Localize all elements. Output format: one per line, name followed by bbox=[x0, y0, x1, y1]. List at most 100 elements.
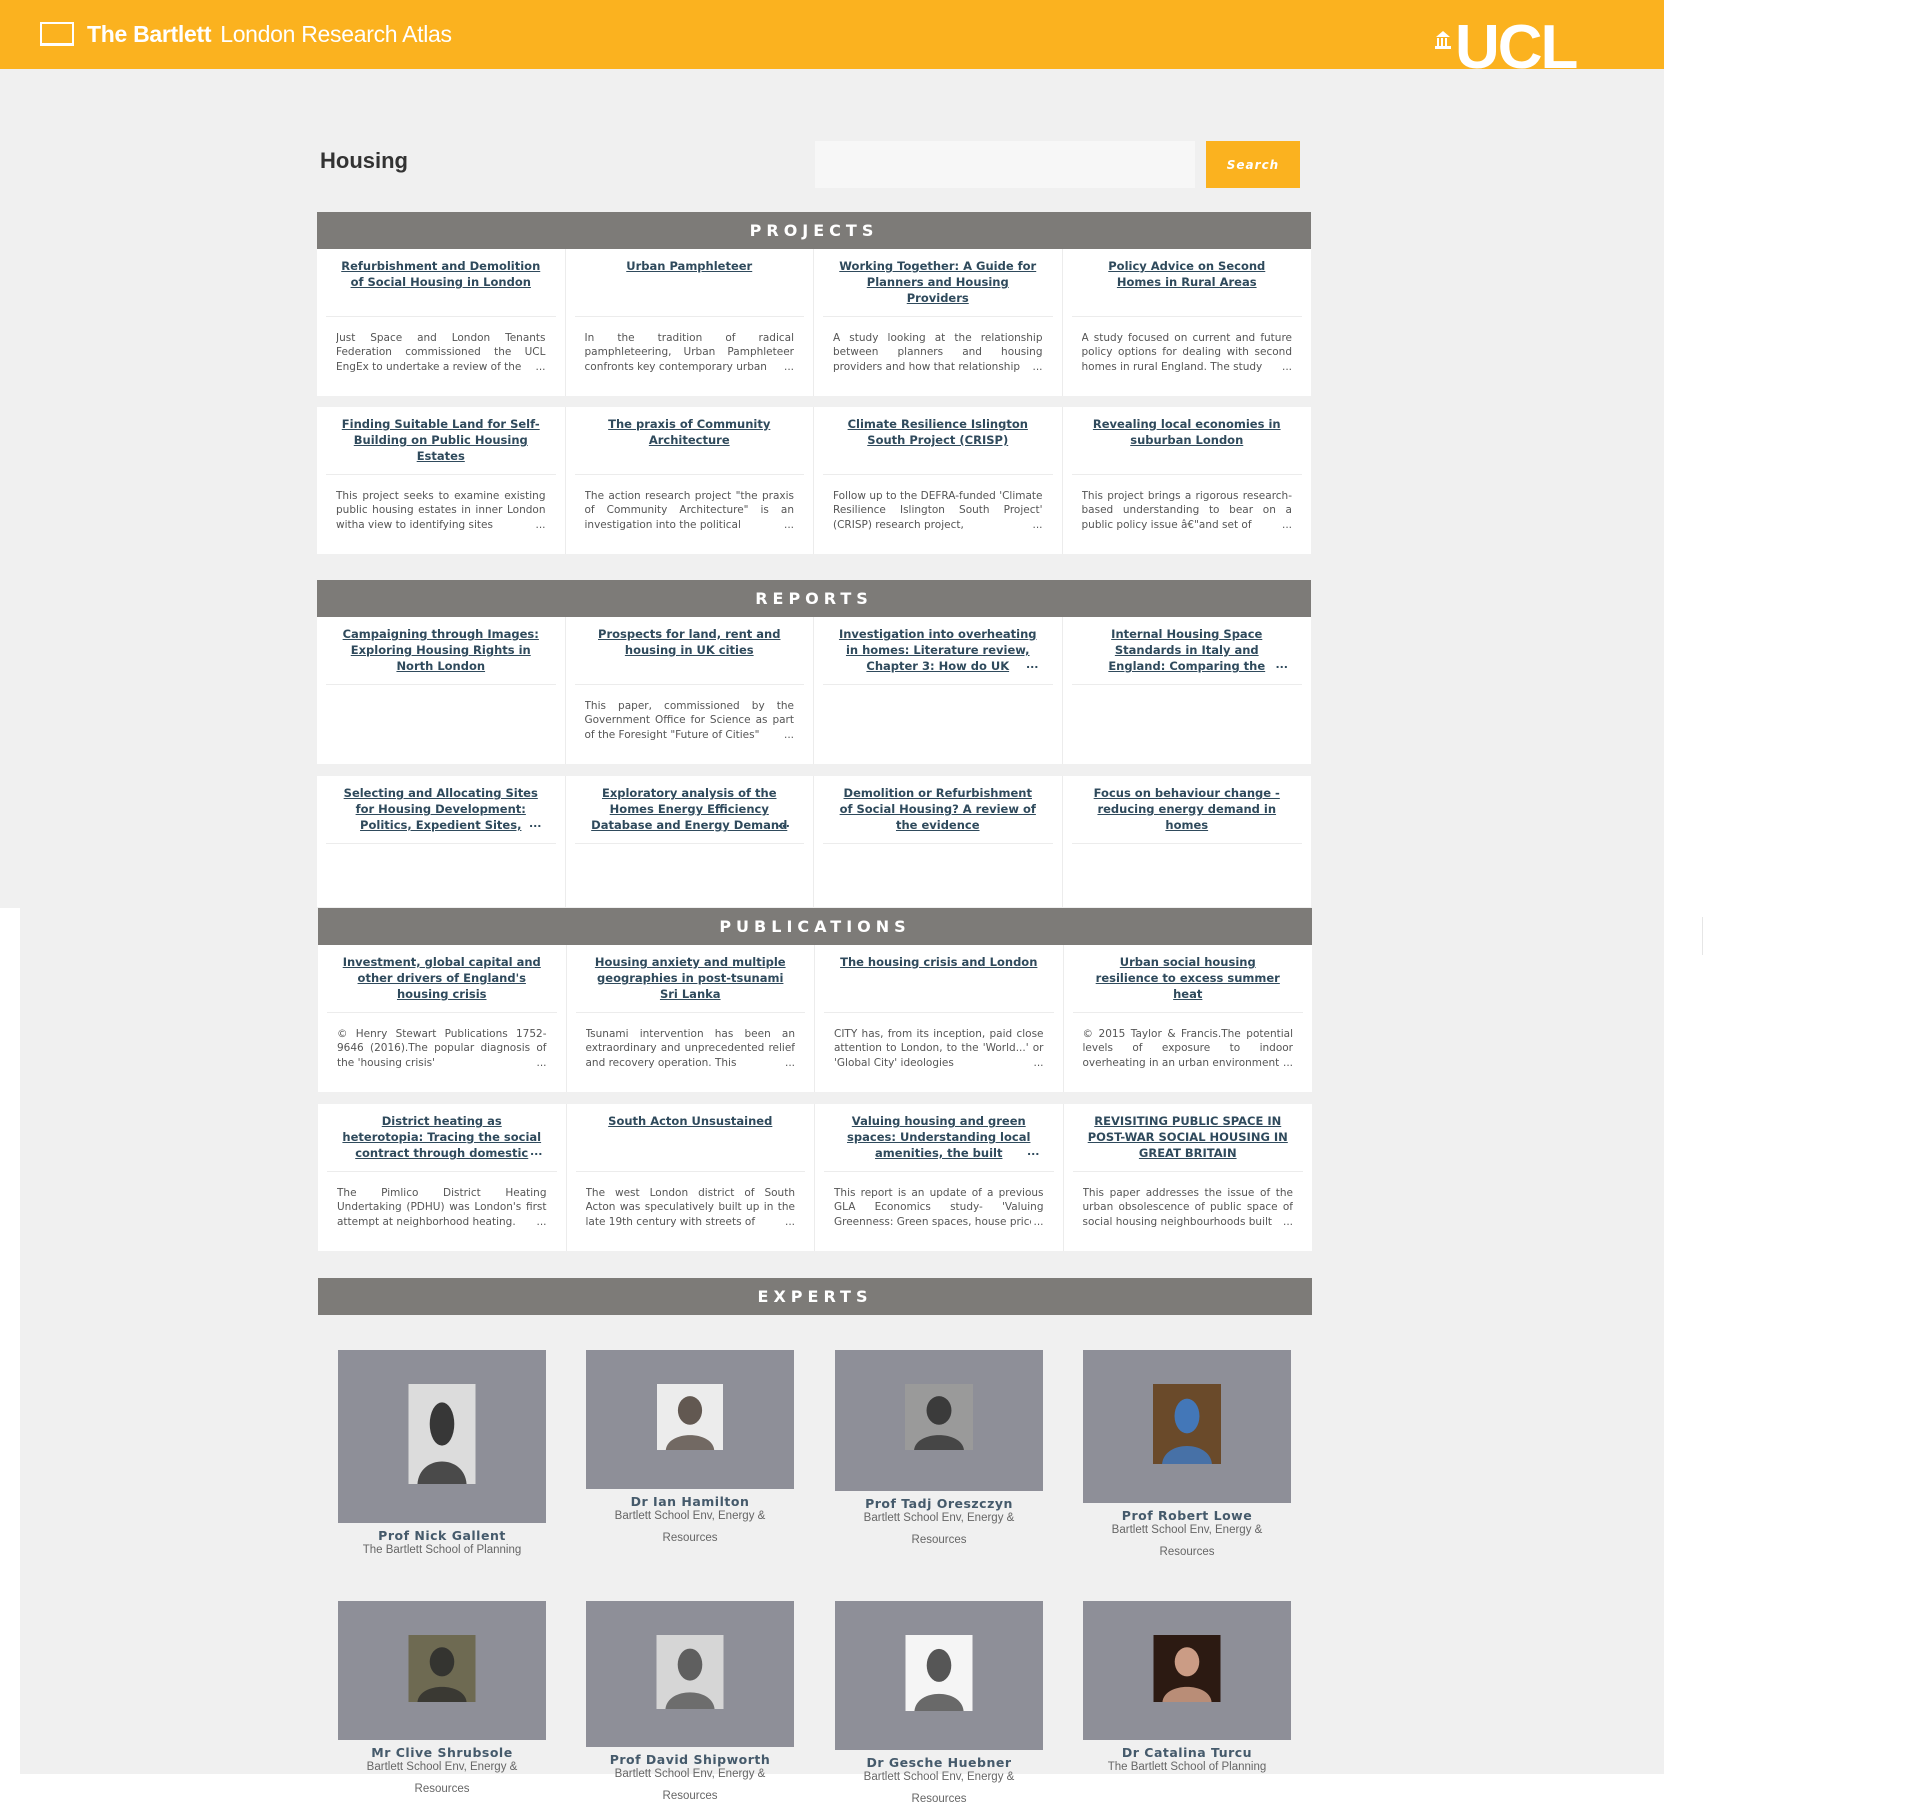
avatar bbox=[408, 1635, 476, 1702]
card-title-area: Policy Advice on Second Homes in Rural A… bbox=[1071, 258, 1303, 317]
project-card: Climate Resilience Islington South Proje… bbox=[814, 407, 1063, 554]
project-card: Revealing local economies in suburban Lo… bbox=[1062, 407, 1311, 554]
card-title-link[interactable]: Housing anxiety and multiple geographies… bbox=[576, 954, 806, 1002]
card-title-link[interactable]: Revealing local economies in suburban Lo… bbox=[1072, 416, 1303, 448]
card-description: This paper addresses the issue of the ur… bbox=[1083, 1186, 1293, 1229]
publication-card: South Acton Unsustained The west London d… bbox=[566, 1104, 815, 1251]
card-title-link[interactable]: REVISITING PUBLIC SPACE IN POST-WAR SOCI… bbox=[1073, 1113, 1304, 1161]
brand-light-text: London Research Atlas bbox=[220, 20, 452, 47]
card-title-area: The praxis of Community Architecture bbox=[574, 416, 805, 475]
card-title-area: Working Together: A Guide for Planners a… bbox=[823, 258, 1053, 317]
expert-department: The Bartlett School of Planning bbox=[1107, 1761, 1267, 1773]
experts-heading: EXPERTS bbox=[318, 1278, 1312, 1315]
expert-department: Bartlett School Env, Energy & Resources bbox=[366, 1761, 518, 1795]
expert-card[interactable]: Prof Tadj Oreszczyn Bartlett School Env, … bbox=[835, 1350, 1043, 1551]
card-description: CITY has, from its inception, paid close… bbox=[834, 1027, 1044, 1070]
card-title-area: Housing anxiety and multiple geographies… bbox=[575, 954, 806, 1013]
card-title-link[interactable]: Urban Pamphleteer bbox=[575, 258, 805, 274]
card-title-area: Urban social housing resilience to exces… bbox=[1072, 954, 1304, 1013]
card-title-area: Internal Housing Space Standards in Ital… bbox=[1071, 626, 1303, 685]
avatar bbox=[1153, 1635, 1221, 1702]
card-title-link[interactable]: Working Together: A Guide for Planners a… bbox=[823, 258, 1053, 306]
expert-photo-frame[interactable] bbox=[1083, 1601, 1291, 1740]
ucl-logo[interactable]: UCL bbox=[1435, 22, 1595, 69]
card-title-link[interactable]: Campaigning through Images: Exploring Ho… bbox=[326, 626, 556, 674]
search-button[interactable]: Search bbox=[1206, 141, 1300, 188]
search-input[interactable] bbox=[815, 141, 1195, 188]
card-title-area: South Acton Unsustained bbox=[575, 1113, 806, 1172]
card-title-area: Refurbishment and Demolition of Social H… bbox=[326, 258, 556, 317]
bartlett-logo-icon bbox=[40, 22, 74, 46]
card-title-link[interactable]: Internal Housing Space Standards in Ital… bbox=[1072, 626, 1303, 674]
card-title-link[interactable]: Climate Resilience Islington South Proje… bbox=[823, 416, 1053, 448]
card-description: This project seeks to examine existing p… bbox=[336, 489, 546, 532]
report-card: Focus on behaviour change - reducing ene… bbox=[1062, 776, 1311, 907]
publication-card: REVISITING PUBLIC SPACE IN POST-WAR SOCI… bbox=[1063, 1104, 1312, 1251]
card-title-link[interactable]: Exploratory analysis of the Homes Energy… bbox=[575, 785, 805, 833]
avatar bbox=[656, 1635, 724, 1709]
publication-card: The housing crisis and London CITY has, f… bbox=[815, 945, 1064, 1092]
expert-card[interactable]: Prof Robert Lowe Bartlett School Env, Ene… bbox=[1083, 1350, 1291, 1563]
report-card: Selecting and Allocating Sites for Housi… bbox=[317, 776, 566, 907]
projects-row: Finding Suitable Land for Self-Building … bbox=[317, 407, 1311, 554]
project-card: Finding Suitable Land for Self-Building … bbox=[317, 407, 566, 554]
card-title-link[interactable]: South Acton Unsustained bbox=[576, 1113, 806, 1129]
card-title-link[interactable]: Investment, global capital and other dri… bbox=[327, 954, 557, 1002]
card-description: This paper, commissioned by the Governme… bbox=[585, 699, 794, 742]
card-title-link[interactable]: Prospects for land, rent and housing in … bbox=[575, 626, 805, 658]
card-title-link[interactable]: The praxis of Community Architecture bbox=[575, 416, 805, 448]
card-title-area: Climate Resilience Islington South Proje… bbox=[823, 416, 1053, 475]
card-description: The action research project "the praxis … bbox=[585, 489, 794, 532]
expert-photo-frame[interactable] bbox=[835, 1601, 1043, 1750]
card-title-link[interactable]: Finding Suitable Land for Self-Building … bbox=[326, 416, 556, 464]
expert-card[interactable]: Dr Ian Hamilton Bartlett School Env, Ener… bbox=[586, 1350, 794, 1549]
card-description: The west London district of South Acton … bbox=[586, 1186, 795, 1229]
avatar bbox=[1153, 1384, 1221, 1464]
project-card: The praxis of Community Architecture The … bbox=[565, 407, 814, 554]
card-title-link[interactable]: Investigation into overheating in homes:… bbox=[823, 626, 1053, 674]
reports-row: Selecting and Allocating Sites for Housi… bbox=[317, 776, 1311, 907]
card-title-link[interactable]: Focus on behaviour change - reducing ene… bbox=[1072, 785, 1303, 833]
expert-card[interactable]: Dr Catalina Turcu The Bartlett School of … bbox=[1083, 1601, 1291, 1778]
card-description: Tsunami intervention has been an extraor… bbox=[586, 1027, 795, 1070]
card-title-link[interactable]: District heating as heterotopia: Tracing… bbox=[327, 1113, 557, 1161]
expert-card[interactable]: Prof Nick Gallent The Bartlett School of … bbox=[338, 1350, 546, 1561]
card-title-link[interactable]: The housing crisis and London bbox=[824, 954, 1054, 970]
card-title-link[interactable]: Refurbishment and Demolition of Social H… bbox=[326, 258, 556, 290]
card-description: Just Space and London Tenants Federation… bbox=[336, 331, 546, 374]
report-card: Internal Housing Space Standards in Ital… bbox=[1062, 617, 1311, 764]
expert-card[interactable]: Prof David Shipworth Bartlett School Env,… bbox=[586, 1601, 794, 1807]
publications-heading: PUBLICATIONS bbox=[318, 908, 1312, 945]
card-title-link[interactable]: Policy Advice on Second Homes in Rural A… bbox=[1072, 258, 1303, 290]
ucl-logo-text: UCL bbox=[1455, 22, 1578, 69]
card-title-area: Investigation into overheating in homes:… bbox=[823, 626, 1053, 685]
card-title-area: The housing crisis and London bbox=[824, 954, 1054, 1013]
expert-card[interactable]: Mr Clive Shrubsole Bartlett School Env, E… bbox=[338, 1601, 546, 1800]
card-title-link[interactable]: Selecting and Allocating Sites for Housi… bbox=[326, 785, 556, 833]
expert-photo-frame[interactable] bbox=[586, 1601, 794, 1747]
report-card: Exploratory analysis of the Homes Energy… bbox=[565, 776, 814, 907]
brand-bold-text: The Bartlett bbox=[87, 20, 212, 47]
expert-department: Bartlett School Env, Energy & Resources bbox=[863, 1771, 1015, 1805]
project-card: Policy Advice on Second Homes in Rural A… bbox=[1062, 249, 1311, 396]
reports-heading: REPORTS bbox=[317, 580, 1311, 617]
expert-card[interactable]: Dr Gesche Huebner Bartlett School Env, En… bbox=[835, 1601, 1043, 1810]
expert-photo-frame[interactable] bbox=[586, 1350, 794, 1489]
expert-photo-frame[interactable] bbox=[1083, 1350, 1291, 1503]
card-title-link[interactable]: Urban social housing resilience to exces… bbox=[1073, 954, 1304, 1002]
card-description: A study focused on current and future po… bbox=[1082, 331, 1292, 374]
expert-photo-frame[interactable] bbox=[338, 1350, 546, 1523]
avatar bbox=[905, 1635, 973, 1711]
card-title-link[interactable]: Valuing housing and green spaces: Unders… bbox=[824, 1113, 1054, 1161]
card-description: This report is an update of a previous G… bbox=[834, 1186, 1044, 1229]
card-title-area: Investment, global capital and other dri… bbox=[327, 954, 557, 1013]
card-title-area: Finding Suitable Land for Self-Building … bbox=[326, 416, 556, 475]
expert-department: Bartlett School Env, Energy & Resources bbox=[1111, 1524, 1263, 1558]
card-title-link[interactable]: Demolition or Refurbishment of Social Ho… bbox=[823, 785, 1053, 833]
project-card: Working Together: A Guide for Planners a… bbox=[814, 249, 1063, 396]
bartlett-logo[interactable]: The Bartlett London Research Atlas bbox=[40, 17, 452, 51]
expert-photo-frame[interactable] bbox=[338, 1601, 546, 1740]
publications-row: District heating as heterotopia: Tracing… bbox=[318, 1104, 1312, 1251]
expert-photo-frame[interactable] bbox=[835, 1350, 1043, 1491]
card-title-area: Urban Pamphleteer bbox=[574, 258, 805, 317]
